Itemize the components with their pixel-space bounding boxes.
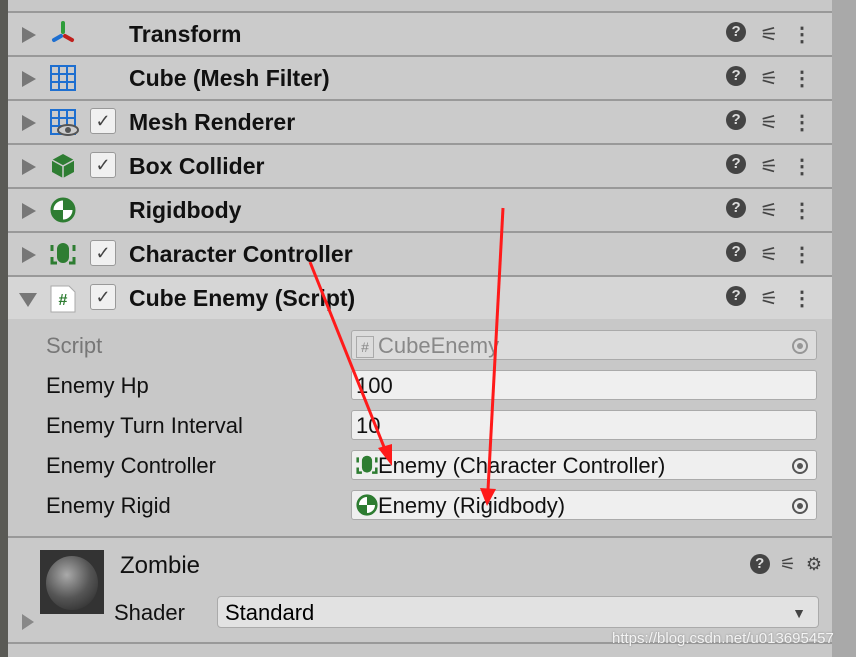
- arrow-line: [308, 261, 388, 453]
- arrow-head: [480, 488, 496, 506]
- arrow-head: [378, 444, 392, 466]
- annotation-arrows: [308, 207, 505, 506]
- arrow-line: [486, 207, 505, 491]
